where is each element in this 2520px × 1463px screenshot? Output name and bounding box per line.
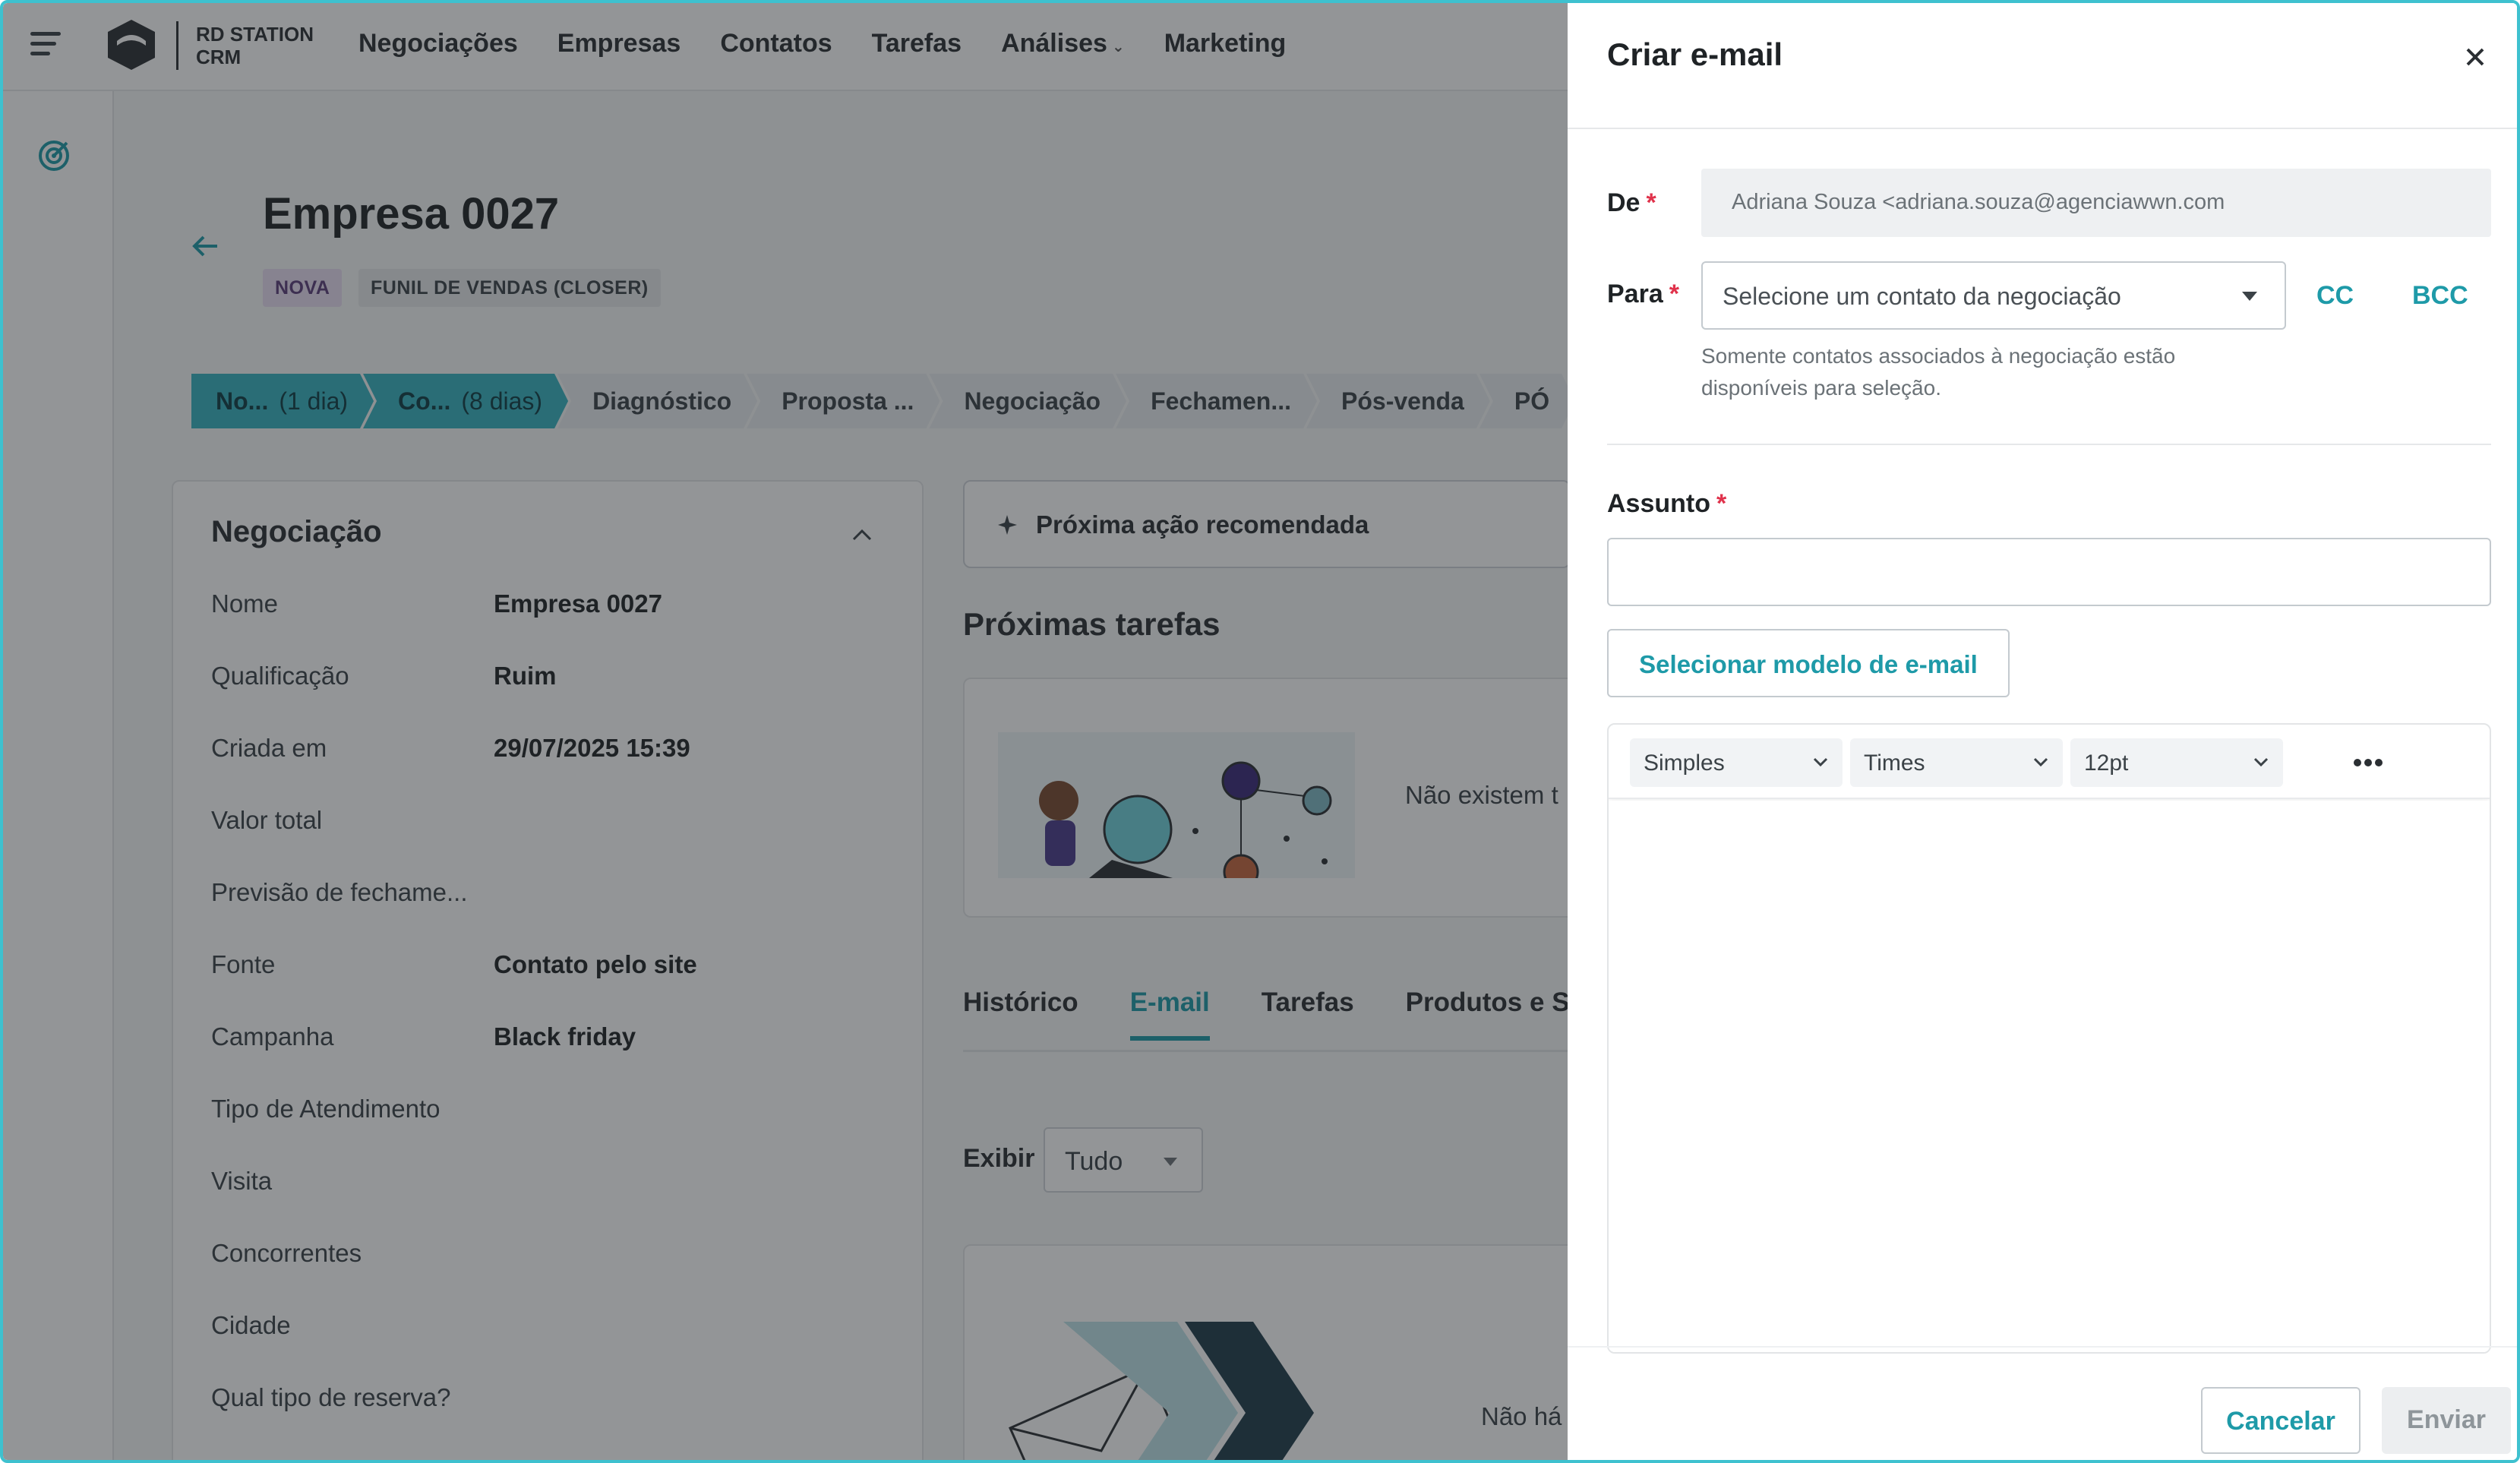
create-email-panel: Criar e-mail De * Adriana Souza <adriana.…	[1568, 3, 2517, 1460]
cancel-button[interactable]: Cancelar	[2201, 1387, 2361, 1454]
from-field: Adriana Souza <adriana.souza@agenciawwn.…	[1701, 169, 2491, 237]
subject-input[interactable]	[1607, 538, 2491, 606]
chevron-down-icon	[1813, 757, 1828, 767]
format-value: Simples	[1644, 750, 1725, 776]
close-icon[interactable]	[2464, 46, 2487, 68]
format-select[interactable]: Simples	[1630, 738, 1843, 787]
from-field-value: Adriana Souza <adriana.souza@agenciawwn.…	[1732, 190, 2225, 214]
to-contact-placeholder: Selecione um contato da negociação	[1723, 283, 2121, 310]
bcc-button[interactable]: BCC	[2412, 281, 2468, 311]
cancel-label: Cancelar	[2226, 1407, 2335, 1436]
section-divider	[1607, 444, 2491, 445]
subject-label: Assunto *	[1607, 489, 1726, 519]
from-label: De *	[1607, 188, 1656, 218]
more-options-icon[interactable]	[2345, 740, 2391, 785]
panel-title: Criar e-mail	[1607, 36, 1783, 72]
to-label: Para *	[1607, 280, 1679, 309]
select-template-button[interactable]: Selecionar modelo de e-mail	[1607, 629, 2010, 697]
caret-down-icon	[2242, 292, 2257, 301]
cc-button[interactable]: CC	[2316, 281, 2354, 311]
subject-label-text: Assunto	[1607, 489, 1710, 518]
modal-backdrop[interactable]	[3, 3, 1568, 1460]
email-body-editor: Simples Times 12pt	[1607, 723, 2491, 1354]
from-label-text: De	[1607, 188, 1641, 217]
send-button[interactable]: Enviar	[2382, 1387, 2511, 1454]
editor-toolbar: Simples Times 12pt	[1609, 725, 2490, 799]
required-marker: *	[1669, 280, 1679, 308]
select-template-label: Selecionar modelo de e-mail	[1639, 650, 1978, 678]
editor-content-area[interactable]	[1609, 801, 2490, 1352]
send-label: Enviar	[2407, 1405, 2486, 1434]
font-value: Times	[1864, 750, 1925, 776]
size-value: 12pt	[2084, 750, 2129, 776]
app-window: RD STATION CRM Negociações Empresas Cont…	[0, 0, 2520, 1463]
font-select[interactable]: Times	[1850, 738, 2063, 787]
panel-footer-divider	[1568, 1346, 2517, 1348]
panel-header-divider	[1568, 128, 2517, 129]
chevron-down-icon	[2033, 757, 2048, 767]
to-contact-select[interactable]: Selecione um contato da negociação	[1701, 261, 2286, 330]
size-select[interactable]: 12pt	[2070, 738, 2283, 787]
to-label-text: Para	[1607, 280, 1663, 308]
chevron-down-icon	[2253, 757, 2269, 767]
required-marker: *	[1646, 188, 1656, 217]
required-marker: *	[1716, 489, 1727, 518]
to-helper-text: Somente contatos associados à negociação…	[1701, 344, 2176, 400]
